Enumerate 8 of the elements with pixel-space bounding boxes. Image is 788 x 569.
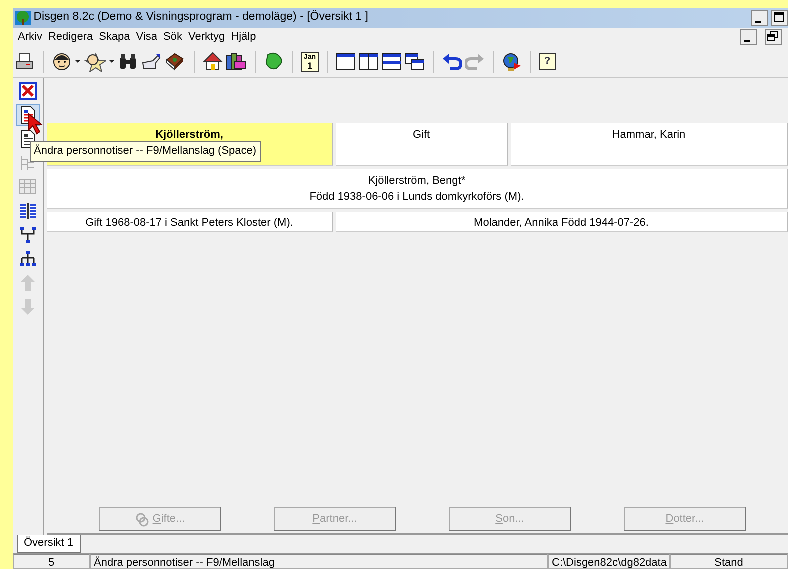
tooltip: Ändra personnotiser -- F9/Mellanslag (Space) [30,141,261,162]
window-title: Disgen 8.2c (Demo & Visningsprogram - demoläge) - [Översikt 1 ] [34,9,368,26]
status-bar-field: 5 [13,554,90,569]
person-info-text: Kjöllerström, Bengt* [367,174,467,189]
status-bar-field: Ändra personnotiser -- F9/Mellanslag [90,554,548,569]
status-bar-field: Stand [670,554,788,569]
person-info-text: Född 1938-06-06 i Lunds domkyrkoförs (M). [308,190,526,206]
status-bar-field: C:\Disgen82c\dg82data [548,554,670,569]
